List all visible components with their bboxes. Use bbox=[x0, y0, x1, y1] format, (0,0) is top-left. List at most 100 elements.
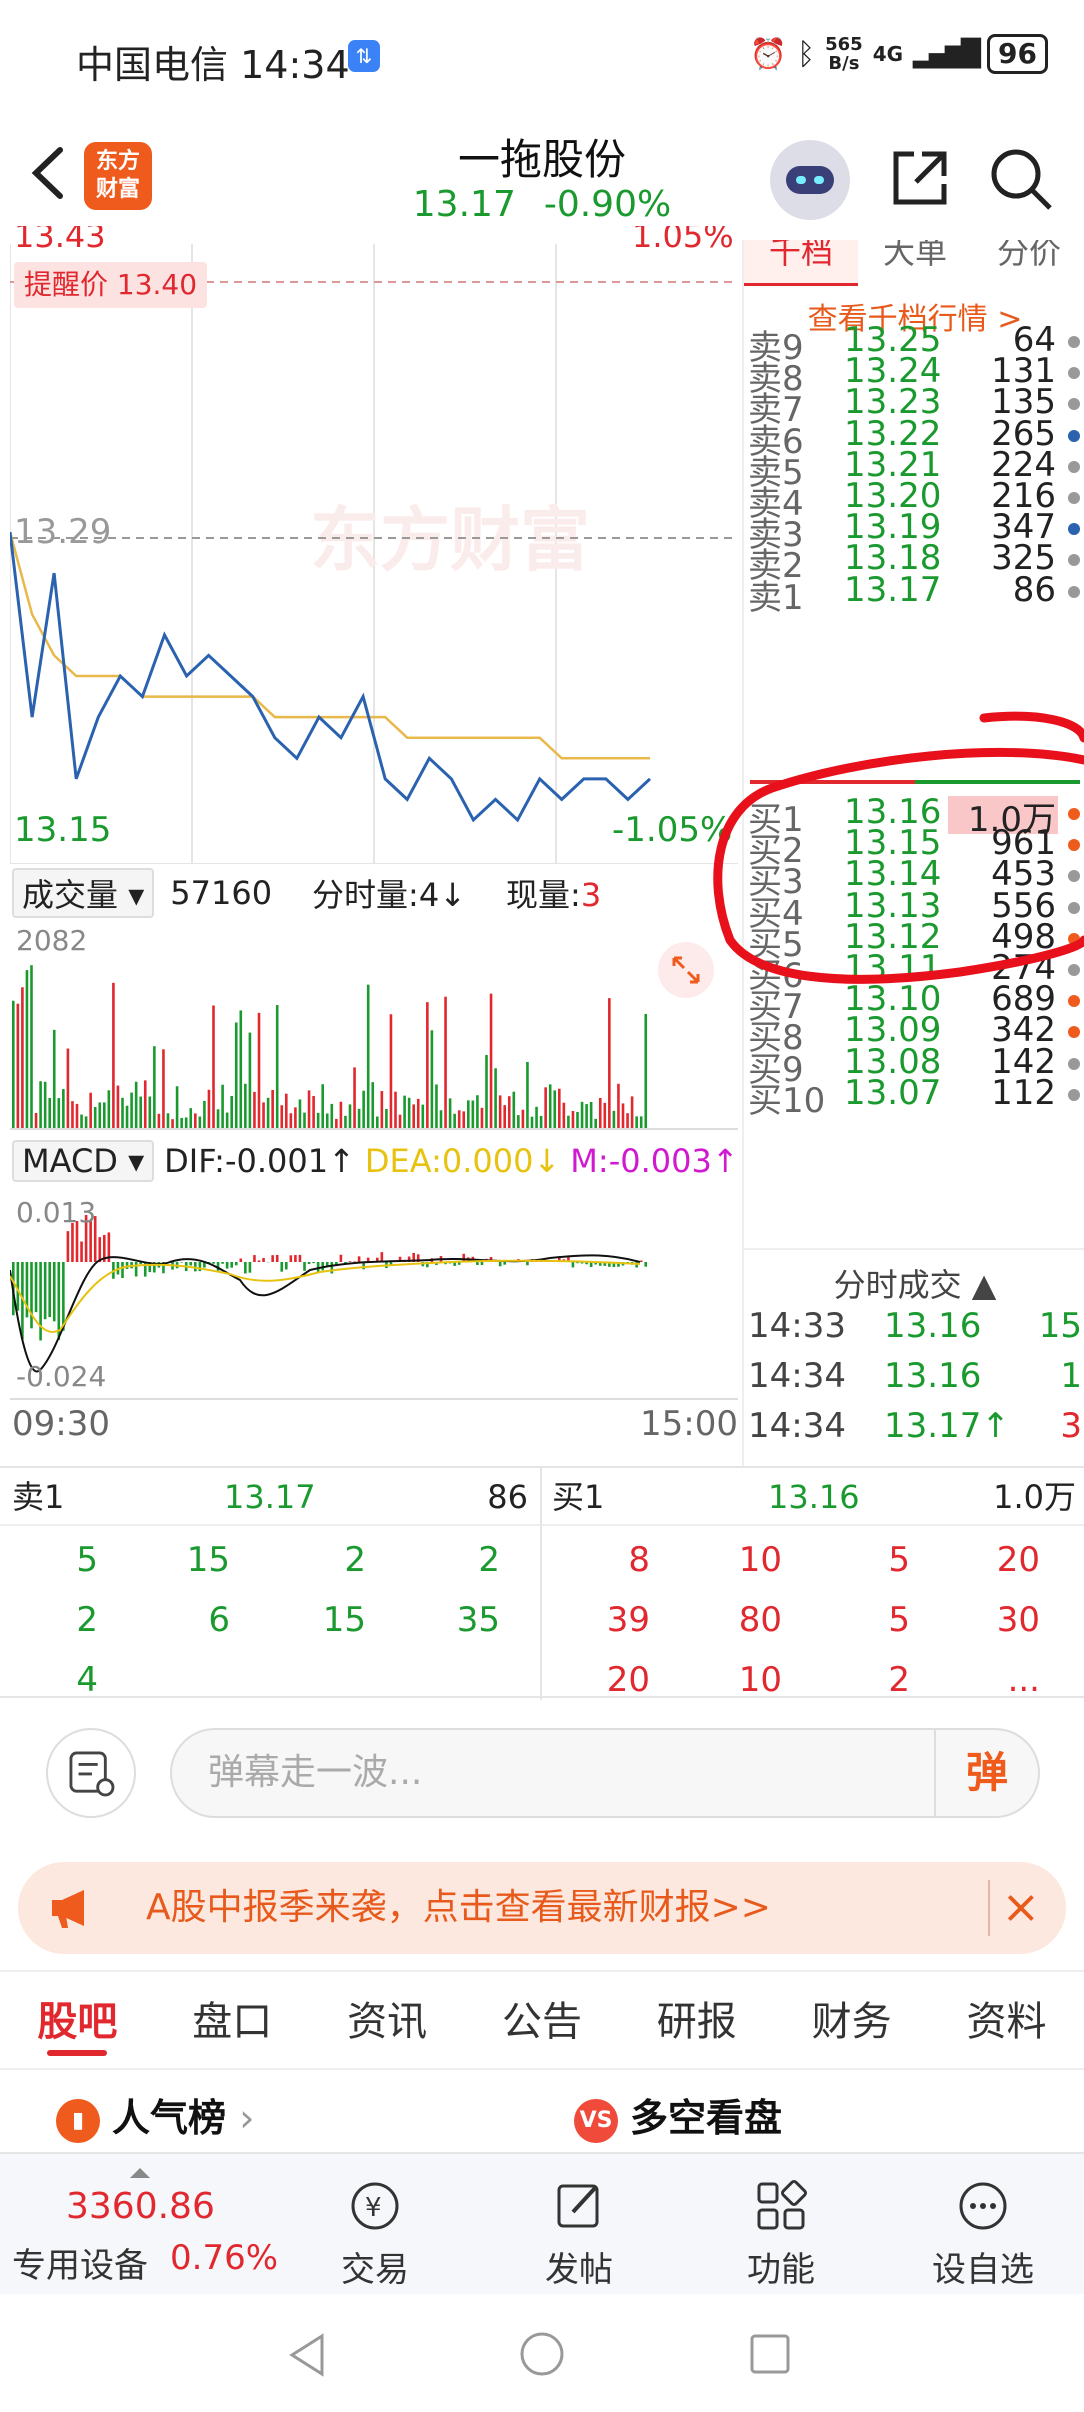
volume-bar bbox=[357, 1108, 361, 1130]
tab-research[interactable]: 研报 bbox=[657, 1972, 737, 2068]
order-dot-icon bbox=[1068, 429, 1080, 442]
bid-ask-ratio-bar bbox=[750, 780, 1080, 784]
macd-bar bbox=[280, 1262, 284, 1272]
recents-nav-icon[interactable] bbox=[748, 2332, 792, 2376]
volume-bar bbox=[257, 1012, 261, 1130]
long-short-card[interactable]: VS 多空看盘 bbox=[574, 2084, 782, 2152]
macd-bar bbox=[257, 1260, 261, 1262]
nav-functions[interactable]: 功能 bbox=[716, 2176, 846, 2291]
bids-row[interactable]: 买10 13.07 112 bbox=[744, 1073, 1084, 1121]
tab-finance[interactable]: 财务 bbox=[812, 1972, 892, 2068]
sector-name[interactable]: 专用设备 bbox=[12, 2238, 148, 2287]
buy-queue-cell: 30 bbox=[996, 1600, 1040, 1640]
carrier-time: 中国电信 14:34 bbox=[76, 43, 350, 87]
buy-queue-cell: ... bbox=[1007, 1660, 1040, 1700]
volume-bar bbox=[453, 1113, 456, 1130]
back-nav-icon[interactable] bbox=[284, 2330, 332, 2380]
tab-news[interactable]: 资讯 bbox=[347, 1972, 427, 2068]
tick-row: 14:33 13.16 15 bbox=[748, 1306, 1082, 1356]
macd-bar bbox=[189, 1262, 193, 1266]
popularity-card[interactable]: ▮ 人气榜 › bbox=[56, 2084, 254, 2152]
reminder-price-badge[interactable]: 提醒价 13.40 bbox=[14, 262, 208, 308]
volume-bar bbox=[526, 1061, 529, 1130]
volume-bar bbox=[48, 1097, 51, 1130]
sell-queue-cell: 4 bbox=[76, 1660, 98, 1700]
macd-bar bbox=[639, 1260, 643, 1262]
volume-bar bbox=[34, 1112, 38, 1130]
comment-bar: 弹幕走一波... 弹 bbox=[0, 1700, 1084, 1850]
volume-bar bbox=[125, 1105, 129, 1130]
macd-bar bbox=[357, 1256, 361, 1262]
macd-bar bbox=[389, 1262, 393, 1265]
volume-bar bbox=[630, 1096, 634, 1130]
volume-bar bbox=[494, 1068, 497, 1130]
volume-bar bbox=[580, 1101, 584, 1130]
nav-trade[interactable]: ¥ 交易 bbox=[310, 2176, 440, 2291]
mid-price-label: 13.29 bbox=[14, 512, 112, 552]
svg-text:¥: ¥ bbox=[365, 2193, 382, 2223]
share-icon[interactable] bbox=[888, 146, 952, 210]
volume-bar bbox=[225, 1112, 229, 1130]
promo-banner[interactable]: A股中报季来袭，点击查看最新财报>> bbox=[18, 1862, 1066, 1954]
macd-bar bbox=[134, 1262, 138, 1277]
search-icon[interactable] bbox=[986, 144, 1056, 214]
ticks-header[interactable]: 分时成交 ▲ bbox=[744, 1260, 1084, 1306]
volume-bar bbox=[25, 970, 29, 1130]
timeframe-label[interactable]: 分时量:4↓ bbox=[312, 870, 466, 916]
asks-row[interactable]: 卖1 13.17 86 bbox=[744, 570, 1084, 618]
buy-queue-cell: 8 bbox=[628, 1540, 650, 1580]
close-icon[interactable] bbox=[988, 1880, 1044, 1936]
tab-profile[interactable]: 资料 bbox=[966, 1972, 1046, 2068]
network-type: 4G bbox=[872, 42, 904, 66]
dea-line bbox=[10, 1259, 641, 1333]
volume-bar bbox=[435, 1084, 438, 1130]
buy-queue-cell: 10 bbox=[738, 1660, 782, 1700]
volume-bar bbox=[603, 1102, 607, 1130]
volume-bar bbox=[43, 1081, 47, 1130]
macd-bar bbox=[353, 1261, 356, 1262]
tab-pankou[interactable]: 盘口 bbox=[192, 1972, 272, 2068]
order-dot-icon bbox=[1068, 336, 1080, 348]
order-dot-icon bbox=[1068, 367, 1080, 380]
volume-bar bbox=[576, 1111, 579, 1130]
macd-selector[interactable]: MACD ▾ bbox=[12, 1140, 155, 1182]
macd-bar bbox=[571, 1262, 575, 1268]
chart-bar-icon: ▮ bbox=[56, 2098, 100, 2143]
volume-selector[interactable]: 成交量 ▾ bbox=[12, 868, 155, 918]
sell1-summary: 卖1 13.17 86 bbox=[0, 1468, 540, 1526]
macd-bar bbox=[312, 1262, 315, 1264]
volume-bar bbox=[253, 1091, 256, 1130]
volume-bar bbox=[621, 1103, 625, 1130]
volume-bar bbox=[398, 1114, 402, 1130]
more-icon bbox=[959, 2182, 1007, 2230]
danmu-input[interactable]: 弹幕走一波... 弹 bbox=[170, 1728, 1040, 1818]
assistant-robot-icon[interactable] bbox=[770, 140, 850, 220]
volume-bar bbox=[562, 1102, 566, 1130]
buy-queue-cell: 2 bbox=[888, 1660, 910, 1700]
bluetooth-icon: ᛒ bbox=[797, 36, 816, 72]
sector-index-value[interactable]: 3360.86 bbox=[66, 2186, 215, 2227]
home-nav-icon[interactable] bbox=[518, 2330, 566, 2378]
tab-guba[interactable]: 股吧 bbox=[37, 1972, 117, 2068]
expand-icon[interactable] bbox=[658, 942, 714, 998]
macd-bar bbox=[66, 1231, 70, 1262]
danmu-toggle-button[interactable]: 弹 bbox=[934, 1730, 1038, 1816]
danmu-settings-icon[interactable] bbox=[46, 1728, 136, 1818]
macd-bar bbox=[298, 1254, 302, 1262]
nav-post[interactable]: 发帖 bbox=[514, 2176, 644, 2291]
order-dot-icon bbox=[1068, 839, 1080, 852]
volume-bar bbox=[539, 1115, 543, 1130]
nav-add-watchlist[interactable]: 设自选 bbox=[918, 2176, 1048, 2291]
volume-bar bbox=[143, 1080, 147, 1130]
order-dot-icon bbox=[1068, 995, 1080, 1008]
macd-bar bbox=[289, 1255, 293, 1262]
volume-bar bbox=[130, 1092, 133, 1130]
tab-announcements[interactable]: 公告 bbox=[502, 1972, 582, 2068]
tab-qiandang[interactable]: 千档 bbox=[744, 240, 858, 286]
order-dot-icon bbox=[1068, 901, 1080, 914]
intraday-price-chart[interactable]: 东方财富 bbox=[10, 244, 738, 864]
volume-bar bbox=[198, 1116, 202, 1130]
expand-arrow-icon[interactable] bbox=[130, 2168, 150, 2178]
tab-fenjia[interactable]: 分价 bbox=[972, 240, 1084, 286]
tab-dadan[interactable]: 大单 bbox=[858, 240, 972, 286]
